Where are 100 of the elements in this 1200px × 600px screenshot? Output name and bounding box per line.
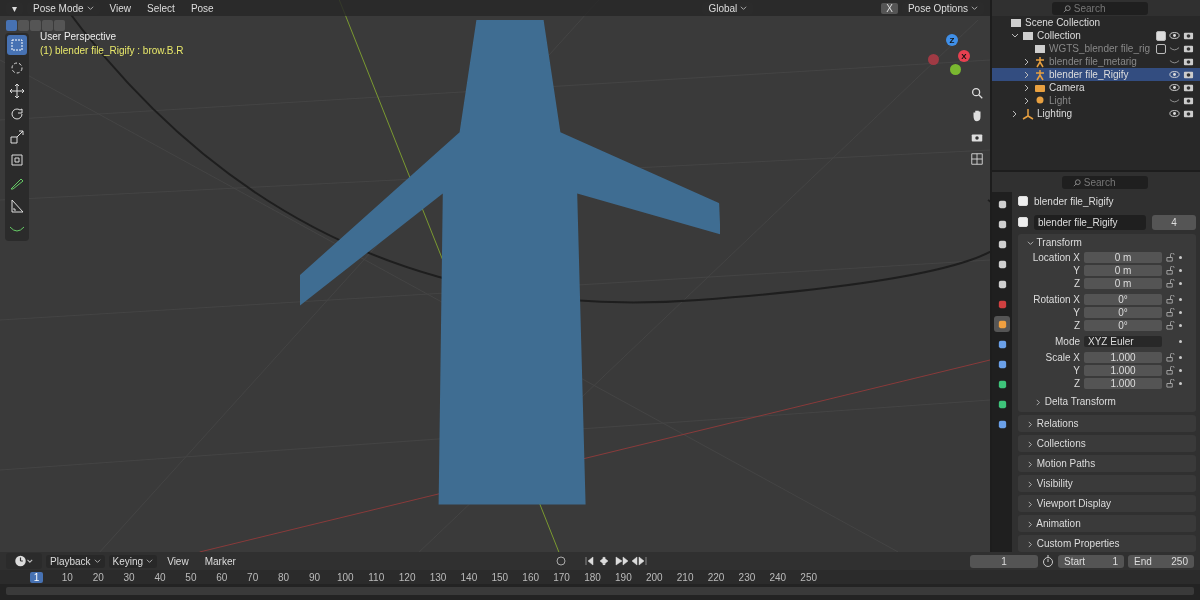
eye-icon[interactable] [1169, 30, 1180, 41]
lock-icon[interactable] [1166, 252, 1175, 262]
expand-chevron-icon[interactable] [1023, 83, 1031, 92]
keyframe-dot-icon[interactable] [1179, 281, 1182, 285]
start-frame-field[interactable]: Start 1 [1058, 554, 1124, 568]
keyframe-dot-icon[interactable] [1179, 268, 1182, 272]
outliner-row[interactable]: WGTS_blender file_rig [992, 42, 1200, 55]
z-axis-handle[interactable]: Z [946, 34, 958, 46]
render-camera-icon[interactable] [1183, 43, 1194, 54]
keyframe-dot-icon[interactable] [1179, 339, 1182, 343]
lock-icon[interactable] [1166, 294, 1175, 304]
outliner-item-name: Light [1049, 94, 1071, 107]
collapsed-panel-header[interactable]: Custom Properties [1018, 535, 1196, 552]
search-field[interactable]: Search [1062, 175, 1148, 189]
lock-icon[interactable] [1166, 265, 1175, 275]
clock-icon[interactable] [6, 553, 42, 569]
eye-icon[interactable] [1169, 82, 1180, 93]
lock-icon[interactable] [1166, 378, 1175, 388]
eye-icon[interactable] [1169, 69, 1180, 80]
number-field[interactable]: 1.000 [1084, 364, 1162, 376]
zoom-icon[interactable] [970, 86, 984, 100]
field-label: Y [1072, 364, 1080, 376]
outliner-row[interactable]: Light [992, 94, 1200, 107]
number-field[interactable]: 0 m [1084, 251, 1162, 263]
x-axis-handle[interactable]: X [958, 50, 970, 62]
axis-handle-icon[interactable] [950, 64, 961, 75]
object-name-field[interactable]: blender file_Rigify [1034, 214, 1146, 230]
menu-item[interactable]: Select [141, 1, 181, 15]
keyframe-dot-icon[interactable] [1179, 255, 1182, 259]
menu-item[interactable]: Pose [184, 1, 220, 15]
lock-icon[interactable] [1166, 278, 1175, 288]
expand-chevron-icon[interactable] [1023, 70, 1031, 79]
outliner-row[interactable]: Scene Collection [992, 16, 1200, 29]
move-tool-icon[interactable] [7, 81, 27, 101]
collection-icon [1022, 29, 1034, 42]
collapsed-panel-header[interactable]: Collections [1018, 435, 1196, 452]
keyframe-dot-icon[interactable] [1179, 323, 1182, 327]
render-camera-icon[interactable] [1183, 95, 1194, 106]
lock-icon[interactable] [1166, 307, 1175, 317]
frame-number: 210 [676, 571, 694, 583]
expand-chevron-icon[interactable] [1011, 31, 1019, 40]
lock-icon[interactable] [1166, 320, 1175, 330]
user-count-button[interactable]: 4 [1152, 214, 1196, 230]
select-tool-icon[interactable] [7, 35, 27, 55]
collapsed-panel-header[interactable]: Viewport Display [1018, 495, 1196, 512]
outliner-row[interactable]: blender file_metarig [992, 55, 1200, 68]
field-label: Mode [1054, 335, 1080, 347]
search-field[interactable]: Search [1052, 1, 1148, 15]
viewport-background[interactable]: ▾ Pose Mode View Select Pose Global X Pose Options User Perspective (1) blender file_Rigify : brow.B.R Z X [0, 0, 990, 552]
menu-item[interactable]: Playback [46, 554, 105, 568]
number-field[interactable]: 1.000 [1084, 377, 1162, 389]
scale-tool-icon[interactable] [7, 127, 27, 147]
view-name-text: User Perspective [40, 31, 118, 42]
outliner-row[interactable]: blender file_Rigify [992, 68, 1200, 81]
menu-item[interactable]: View [161, 554, 195, 568]
render-camera-icon[interactable] [1183, 69, 1194, 80]
render-camera-icon[interactable] [1183, 82, 1194, 93]
number-field[interactable]: 0° [1084, 319, 1162, 331]
keyframe-dot-icon[interactable] [1179, 310, 1182, 314]
rotation-mode-dropdown[interactable]: XYZ Euler [1084, 335, 1162, 347]
outliner-row[interactable]: Camera [992, 81, 1200, 94]
expand-chevron-icon[interactable] [1023, 57, 1031, 66]
eye-icon[interactable] [1169, 108, 1180, 119]
panel-header[interactable]: Transform [1018, 234, 1196, 251]
menu-item[interactable]: Marker [198, 554, 242, 568]
number-field[interactable]: 0 m [1084, 264, 1162, 276]
menu-item[interactable]: View [103, 1, 138, 15]
x-mirror-toggle[interactable]: X [881, 2, 898, 14]
keyframe-dot-icon[interactable] [1179, 381, 1182, 385]
lock-icon[interactable] [1166, 352, 1175, 362]
current-frame-field[interactable]: 1 [970, 554, 1038, 568]
keyframe-dot-icon[interactable] [1179, 368, 1182, 372]
render-camera-icon[interactable] [1183, 108, 1194, 119]
end-frame-field[interactable]: End 250 [1128, 554, 1194, 568]
number-field[interactable]: 0° [1084, 306, 1162, 318]
lock-icon[interactable] [1166, 365, 1175, 375]
menu-item[interactable]: Keying [108, 554, 158, 568]
grid-icon[interactable] [970, 152, 984, 166]
render-camera-icon[interactable] [1183, 56, 1194, 67]
collapsed-panel-header[interactable]: Visibility [1018, 475, 1196, 492]
expand-chevron-icon[interactable] [1023, 96, 1031, 105]
exclude-checkbox[interactable] [1156, 30, 1166, 41]
frame-ruler[interactable]: 1 10 20 30 40 50 60 70 80 90 100 110 120 130 140 150 160 170 180 190 200 210 220 230 240 250 [0, 570, 1200, 584]
outliner-row[interactable]: Collection [992, 29, 1200, 42]
collapsed-panel-header[interactable]: Relations [1018, 415, 1196, 432]
number-field[interactable]: 0 m [1084, 277, 1162, 289]
axis-handle-icon[interactable] [928, 54, 939, 65]
number-field[interactable]: 0° [1084, 293, 1162, 305]
keyframe-dot-icon[interactable] [1179, 355, 1182, 359]
collapsed-panel-header[interactable]: Motion Paths [1018, 455, 1196, 472]
delta-transform-subpanel[interactable]: Delta Transform [1018, 393, 1196, 412]
collapsed-panel-header[interactable]: Animation [1018, 515, 1196, 532]
stopwatch-icon[interactable] [1042, 555, 1054, 567]
expand-chevron-icon[interactable] [1011, 109, 1019, 118]
number-field[interactable]: 1.000 [1084, 351, 1162, 363]
field-label: Location X [1031, 251, 1080, 263]
outliner-row[interactable]: Lighting [992, 107, 1200, 120]
render-camera-icon[interactable] [1183, 30, 1194, 41]
keyframe-dot-icon[interactable] [1179, 297, 1182, 301]
exclude-checkbox[interactable] [1156, 43, 1167, 54]
